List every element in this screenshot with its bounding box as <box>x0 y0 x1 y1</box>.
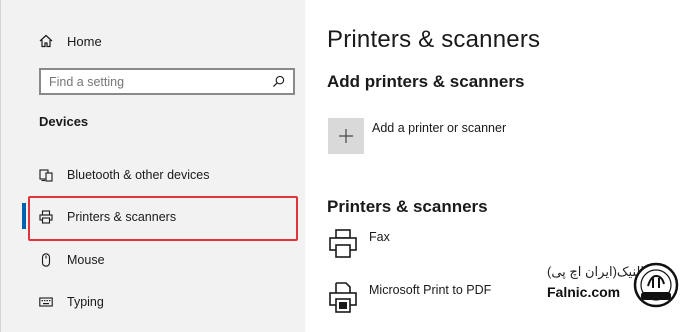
bluetooth-devices-icon <box>39 168 53 182</box>
sidebar-item-bluetooth[interactable]: Bluetooth & other devices <box>39 164 209 186</box>
settings-sidebar: Home Devices Bluetooth & other devices <box>0 0 305 332</box>
active-indicator <box>22 203 26 229</box>
printer-name: Fax <box>369 230 390 244</box>
pdf-printer-icon <box>329 282 357 313</box>
sidebar-item-typing[interactable]: Typing <box>39 291 104 313</box>
watermark-site-text: Falnic.com <box>547 284 621 300</box>
watermark: فالنیک(ایران اچ پی) Falnic.com <box>545 262 685 312</box>
sidebar-item-label: Bluetooth & other devices <box>67 168 210 182</box>
fax-printer-icon <box>329 229 357 258</box>
home-label: Home <box>67 33 102 49</box>
sidebar-item-label: Typing <box>67 295 104 309</box>
search-icon[interactable] <box>272 75 285 88</box>
mouse-icon <box>39 253 53 267</box>
add-section-heading: Add printers & scanners <box>327 72 525 91</box>
plus-icon <box>339 129 353 143</box>
page-title: Printers & scanners <box>327 26 541 53</box>
section-heading-devices: Devices <box>39 114 89 129</box>
sidebar-item-label: Printers & scanners <box>67 210 177 224</box>
printers-section-heading: Printers & scanners <box>327 197 488 216</box>
home-nav-item[interactable]: Home <box>39 30 102 52</box>
printer-item-pdf[interactable]: Microsoft Print to PDF <box>327 281 491 315</box>
sidebar-item-label: Mouse <box>67 253 105 267</box>
add-printer-button[interactable] <box>328 118 364 154</box>
sidebar-item-mouse[interactable]: Mouse <box>39 249 105 271</box>
printer-name: Microsoft Print to PDF <box>369 283 492 297</box>
keyboard-icon <box>39 295 53 309</box>
add-printer-label[interactable]: Add a printer or scanner <box>372 121 506 135</box>
printer-icon <box>39 210 53 224</box>
search-box[interactable] <box>39 68 295 95</box>
search-input[interactable] <box>49 74 272 89</box>
home-icon <box>39 34 53 48</box>
printer-item-fax[interactable]: Fax <box>327 228 390 262</box>
watermark-logo-icon <box>633 262 679 308</box>
sidebar-item-printers[interactable]: Printers & scanners <box>39 206 176 228</box>
